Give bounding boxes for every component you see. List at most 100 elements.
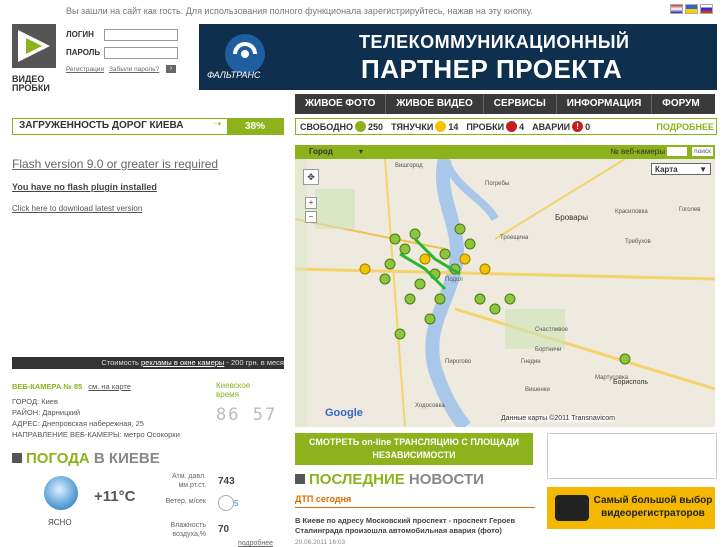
news-item-link[interactable]: В Киеве по адресу Московский проспект - …: [295, 516, 535, 536]
logo-text: ВИДЕО ПРОБКИ: [12, 74, 50, 93]
news-category-dtp[interactable]: ДТП сегодня: [295, 494, 351, 504]
flash-download-link[interactable]: Click here to download latest version: [12, 204, 142, 213]
place-label: Вишенки: [525, 387, 550, 393]
weather-condition: ЯСНО: [48, 518, 72, 527]
webcam-number-label: № веб-камеры: [610, 147, 665, 156]
humidity-label: Влажность воздуха,%: [170, 522, 206, 538]
nav-live-video[interactable]: ЖИВОЕ ВИДЕО: [386, 94, 484, 114]
zoom-out-icon[interactable]: −: [305, 211, 317, 223]
place-label: Вишгород: [395, 163, 423, 169]
site-logo[interactable]: ВИДЕО ПРОБКИ: [12, 24, 56, 93]
camera-city: ГОРОД: Киев: [12, 397, 58, 406]
flash-required-link[interactable]: Flash version 9.0 or greater is required: [12, 157, 218, 171]
camera-ad-link[interactable]: рекламы в окне камеры: [141, 358, 224, 367]
map-toolbar: Город ▾ № веб-камеры поиск: [295, 145, 715, 159]
pressure-value: 743: [218, 476, 235, 487]
camera-info: ВЕБ-КАМЕРА № 85 см. на карте ГОРОД: Киев…: [12, 381, 180, 440]
forgot-password-link[interactable]: Забыли пароль?: [109, 66, 159, 73]
wind-label: Ветер, м/сек: [165, 498, 206, 505]
place-label: Ходосовка: [415, 403, 445, 409]
clock-time: 86 57: [216, 405, 278, 425]
camera-markers: [359, 223, 631, 365]
yellow-dot-icon: [435, 121, 447, 132]
banner-line-1: ТЕЛЕКОММУНИКАЦИОННЫЙ: [359, 32, 630, 52]
login-input[interactable]: [104, 29, 178, 41]
dvr-device-icon: [555, 495, 589, 521]
arrow-icon: [12, 453, 22, 463]
weather-more-link[interactable]: подробнее: [238, 540, 273, 547]
flag-ru-icon[interactable]: [700, 4, 713, 14]
divider: [295, 507, 535, 508]
place-label: Гоголев: [679, 207, 701, 213]
status-more-link[interactable]: ПОДРОБНЕЕ: [654, 121, 716, 132]
humidity-value: 70: [218, 524, 230, 535]
login-submit-button[interactable]: ›: [166, 65, 176, 73]
traffic-map[interactable]: ✥ + − Карта ▼ Google Данные карты ©2011 T…: [295, 159, 715, 427]
zoom-in-icon[interactable]: +: [305, 197, 317, 209]
password-input[interactable]: [104, 47, 178, 59]
status-accident[interactable]: АВАРИИ! 0: [532, 121, 590, 132]
wind-compass-icon: [218, 495, 234, 511]
pressure-label: Атм. давл. мм.рт.ст.: [172, 473, 206, 489]
main-nav: ЖИВОЕ ФОТО ЖИВОЕ ВИДЕО СЕРВИСЫ ИНФОРМАЦИ…: [295, 94, 715, 114]
nav-forum[interactable]: ФОРУМ: [652, 94, 709, 114]
exclamation-icon: !: [572, 121, 584, 132]
password-label: ПАРОЛЬ: [66, 48, 101, 57]
weather-heading: ПОГОДА В КИЕВЕ: [12, 450, 160, 467]
place-label: Мартусовка: [595, 375, 629, 381]
chevron-down-icon: ▼: [699, 165, 707, 174]
place-label: Троещина: [500, 235, 529, 241]
flag-en-icon[interactable]: [670, 4, 683, 14]
status-slow[interactable]: ТЯНУЧКИ 14: [391, 121, 458, 132]
city-select[interactable]: Город ▾: [309, 147, 363, 156]
flag-ua-icon[interactable]: [685, 4, 698, 14]
place-label: Пирогово: [445, 359, 472, 365]
camera-district: РАЙОН: Дарницкий: [12, 408, 81, 417]
clock-label: Киевское время: [216, 381, 251, 399]
status-jam[interactable]: ПРОБКИ 4: [466, 121, 524, 132]
language-flags: [670, 4, 713, 14]
camera-ad-line: Стоимость рекламы в окне камеры - 200 гр…: [12, 357, 284, 369]
nav-info[interactable]: ИНФОРМАЦИЯ: [557, 94, 653, 114]
traffic-status-row: СВОБОДНО 250 ТЯНУЧКИ 14 ПРОБКИ 4 АВАРИИ! 0 П…: [295, 118, 717, 135]
side-ad-box[interactable]: [547, 433, 717, 479]
place-label: Бортничи: [535, 347, 562, 353]
place-label: Красиловка: [615, 209, 648, 215]
google-logo: Google: [325, 407, 363, 419]
camera-map-link[interactable]: см. на карте: [88, 382, 131, 391]
map-search-button[interactable]: поиск: [692, 147, 713, 156]
camera-title: ВЕБ-КАМЕРА № 85: [12, 382, 83, 391]
partner-brand: ФАЛЬТРАНС: [207, 70, 261, 80]
traffic-load-label: ЗАГРУЖЕННОСТЬ ДОРОГ КИЕВА: [19, 120, 184, 131]
place-label: Подол: [445, 277, 463, 283]
traffic-load-bar[interactable]: ЗАГРУЖЕННОСТЬ ДОРОГ КИЕВА ➝ 38%: [12, 118, 284, 135]
arrow-right-icon: ➝: [213, 119, 222, 130]
pan-icon[interactable]: ✥: [303, 169, 319, 185]
camera-direction: НАПРАВЛЕНИЕ ВЕБ-КАМЕРЫ: метро Осокорки: [12, 430, 180, 439]
banner-line-2: ПАРТНЕР ПРОЕКТА: [361, 54, 623, 84]
arrow-right-icon: ›: [169, 65, 173, 72]
status-free[interactable]: СВОБОДНО 250: [300, 121, 383, 132]
dvr-ad-banner[interactable]: Самый большой выбор видеорегистраторов: [547, 487, 715, 529]
watch-live-button[interactable]: СМОТРЕТЬ on-line ТРАНСЛЯЦИЮ С ПЛОЩАДИ НЕ…: [295, 433, 533, 465]
dvr-ad-line-2: видеорегистраторов: [601, 508, 705, 519]
guest-notice[interactable]: Вы зашли на сайт как гость. Для использо…: [66, 6, 533, 16]
place-label: Требухов: [625, 239, 651, 245]
weather-clear-icon: [44, 476, 78, 510]
map-type-select[interactable]: Карта ▼: [651, 163, 711, 175]
webcam-number-input[interactable]: [667, 147, 687, 156]
camera-address: АДРЕС: Днепровская набережная, 25: [12, 419, 144, 428]
nav-live-photo[interactable]: ЖИВОЕ ФОТО: [295, 94, 387, 114]
register-link[interactable]: Регистрация: [66, 66, 104, 73]
partner-banner[interactable]: ФАЛЬТРАНС ТЕЛЕКОММУНИКАЦИОННЫЙ ПАРТНЕР П…: [199, 24, 717, 90]
traffic-load-percent: 38%: [227, 119, 283, 134]
place-label: Гнедин: [521, 359, 541, 365]
place-label: Бровары: [555, 213, 588, 222]
weather-temperature: +11°C: [94, 488, 136, 505]
kyiv-clock: Киевское время 86 57: [216, 381, 284, 436]
dvr-ad-line-1: Самый большой выбор: [593, 495, 713, 506]
chevron-down-icon: ▾: [359, 147, 364, 156]
nav-services[interactable]: СЕРВИСЫ: [484, 94, 557, 114]
flash-missing-link[interactable]: You have no flash plugin installed: [12, 182, 157, 192]
wind-value: 5: [234, 499, 239, 508]
